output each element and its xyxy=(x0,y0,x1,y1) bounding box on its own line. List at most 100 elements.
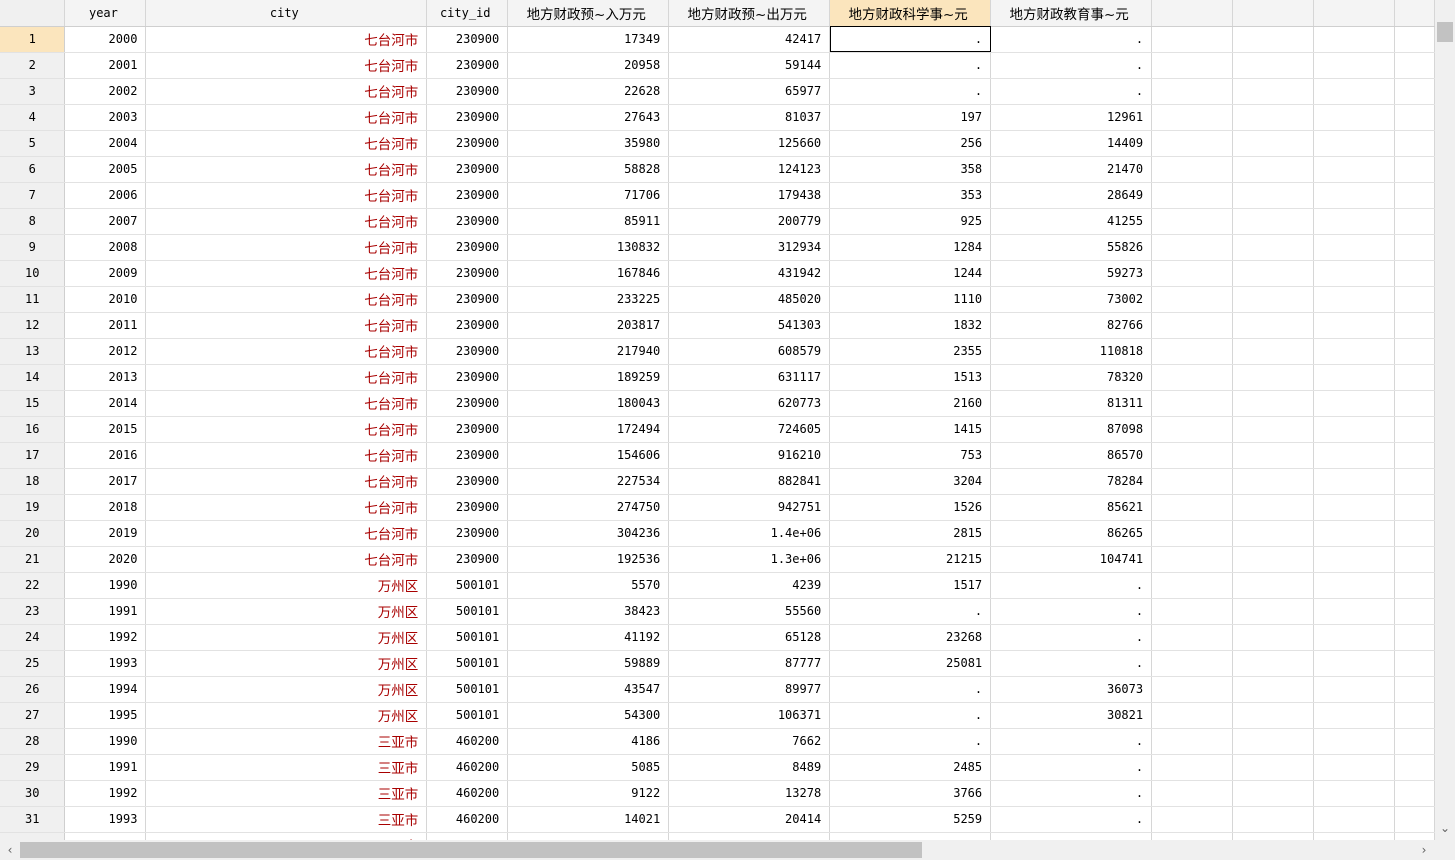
data-cell[interactable]: . xyxy=(829,78,992,105)
data-cell[interactable]: 180043 xyxy=(507,390,670,417)
data-cell[interactable]: 七台河市 xyxy=(145,104,428,131)
data-cell[interactable] xyxy=(1232,104,1314,131)
data-cell[interactable] xyxy=(1313,182,1395,209)
data-cell[interactable]: 179438 xyxy=(668,182,831,209)
data-cell[interactable]: 230900 xyxy=(426,390,509,417)
data-cell[interactable]: 三亚市 xyxy=(145,780,428,807)
data-cell[interactable] xyxy=(1232,338,1314,365)
data-cell[interactable] xyxy=(1232,78,1314,105)
data-cell[interactable]: 1513 xyxy=(829,364,992,391)
data-cell[interactable]: 七台河市 xyxy=(145,546,428,573)
data-cell[interactable]: 1244 xyxy=(829,260,992,287)
horizontal-scroll-thumb[interactable] xyxy=(20,842,922,858)
data-cell[interactable]: 5259 xyxy=(829,806,992,833)
data-cell[interactable]: 230900 xyxy=(426,260,509,287)
data-cell[interactable]: 230900 xyxy=(426,234,509,261)
scroll-left-arrow-icon[interactable]: ‹ xyxy=(2,842,18,858)
data-cell[interactable] xyxy=(1151,234,1234,261)
data-cell[interactable] xyxy=(1313,728,1395,755)
data-cell[interactable] xyxy=(1313,780,1395,807)
column-header-5[interactable]: 地方财政预~出万元 xyxy=(668,0,831,27)
data-cell[interactable]: 230900 xyxy=(426,312,509,339)
data-cell[interactable] xyxy=(1394,598,1435,625)
data-cell[interactable] xyxy=(1232,572,1314,599)
data-cell[interactable]: 55826 xyxy=(990,234,1153,261)
row-number[interactable] xyxy=(0,832,66,840)
data-cell[interactable] xyxy=(1394,338,1435,365)
data-cell[interactable] xyxy=(1394,208,1435,235)
data-cell[interactable]: 230900 xyxy=(426,156,509,183)
data-cell[interactable] xyxy=(1232,130,1314,157)
data-cell[interactable]: . xyxy=(990,728,1153,755)
data-cell[interactable] xyxy=(1313,702,1395,729)
data-cell[interactable] xyxy=(1394,832,1435,840)
data-cell[interactable] xyxy=(1313,468,1395,495)
data-cell[interactable] xyxy=(1394,572,1435,599)
row-number[interactable]: 29 xyxy=(0,754,66,781)
data-cell[interactable]: 916210 xyxy=(668,442,831,469)
data-cell[interactable]: 78320 xyxy=(990,364,1153,391)
row-number[interactable]: 13 xyxy=(0,338,66,365)
data-cell[interactable] xyxy=(1232,650,1314,677)
data-cell[interactable]: 81311 xyxy=(990,390,1153,417)
data-cell[interactable]: 87098 xyxy=(990,416,1153,443)
data-cell[interactable] xyxy=(1313,156,1395,183)
data-cell[interactable] xyxy=(1232,208,1314,235)
row-number[interactable]: 30 xyxy=(0,780,66,807)
data-cell[interactable] xyxy=(1394,260,1435,287)
data-cell[interactable]: 万州区 xyxy=(145,572,428,599)
data-cell[interactable]: . xyxy=(829,52,992,79)
data-cell[interactable]: 30821 xyxy=(990,702,1153,729)
data-cell[interactable]: 230900 xyxy=(426,104,509,131)
data-cell[interactable] xyxy=(1151,598,1234,625)
data-cell[interactable]: 500101 xyxy=(426,676,509,703)
data-cell[interactable]: 七台河市 xyxy=(145,312,428,339)
data-cell[interactable]: 1517 xyxy=(829,572,992,599)
data-cell[interactable]: 万州区 xyxy=(145,598,428,625)
data-cell[interactable]: 230900 xyxy=(426,286,509,313)
data-cell[interactable] xyxy=(1313,598,1395,625)
row-number[interactable]: 5 xyxy=(0,130,66,157)
data-cell[interactable]: 1.3e+06 xyxy=(668,546,831,573)
data-cell[interactable]: 1992 xyxy=(64,780,147,807)
data-cell[interactable] xyxy=(1232,754,1314,781)
data-cell[interactable] xyxy=(1313,364,1395,391)
data-cell[interactable]: 230900 xyxy=(426,442,509,469)
data-cell[interactable] xyxy=(1394,182,1435,209)
data-cell[interactable] xyxy=(1151,208,1234,235)
data-cell[interactable] xyxy=(1394,780,1435,807)
data-cell[interactable] xyxy=(1394,676,1435,703)
data-cell[interactable]: 1110 xyxy=(829,286,992,313)
data-cell[interactable]: 七台河市 xyxy=(145,286,428,313)
data-cell[interactable] xyxy=(1151,156,1234,183)
data-cell[interactable] xyxy=(1232,390,1314,417)
data-cell[interactable]: 2006 xyxy=(64,182,147,209)
data-cell[interactable]: 460200 xyxy=(426,780,509,807)
data-cell[interactable]: 5570 xyxy=(507,572,670,599)
data-cell[interactable]: 925 xyxy=(829,208,992,235)
data-cell[interactable] xyxy=(64,832,147,840)
data-cell[interactable] xyxy=(1394,130,1435,157)
data-cell[interactable]: 230900 xyxy=(426,52,509,79)
data-cell[interactable]: 59144 xyxy=(668,52,831,79)
data-cell[interactable]: 192536 xyxy=(507,546,670,573)
row-number[interactable]: 20 xyxy=(0,520,66,547)
data-cell[interactable]: 三亚市 xyxy=(145,728,428,755)
column-header-3[interactable]: city_id xyxy=(426,0,509,27)
data-cell[interactable]: 七台河市 xyxy=(145,364,428,391)
data-cell[interactable]: 42417 xyxy=(668,26,831,53)
data-cell[interactable] xyxy=(1151,104,1234,131)
data-cell[interactable] xyxy=(1394,520,1435,547)
data-cell[interactable]: 500101 xyxy=(426,702,509,729)
data-cell[interactable] xyxy=(1232,598,1314,625)
data-cell[interactable]: 541303 xyxy=(668,312,831,339)
data-cell[interactable] xyxy=(1313,494,1395,521)
data-editor-grid[interactable]: year city city_id 地方财政预~入万元 地方财政预~出万元 地方财政科学事… xyxy=(0,0,1435,840)
data-cell[interactable] xyxy=(1151,286,1234,313)
data-cell[interactable]: 104741 xyxy=(990,546,1153,573)
data-cell[interactable] xyxy=(1151,754,1234,781)
data-cell[interactable]: 三亚市 xyxy=(145,806,428,833)
data-cell[interactable]: 1415 xyxy=(829,416,992,443)
row-number[interactable]: 4 xyxy=(0,104,66,131)
data-cell[interactable] xyxy=(1232,182,1314,209)
